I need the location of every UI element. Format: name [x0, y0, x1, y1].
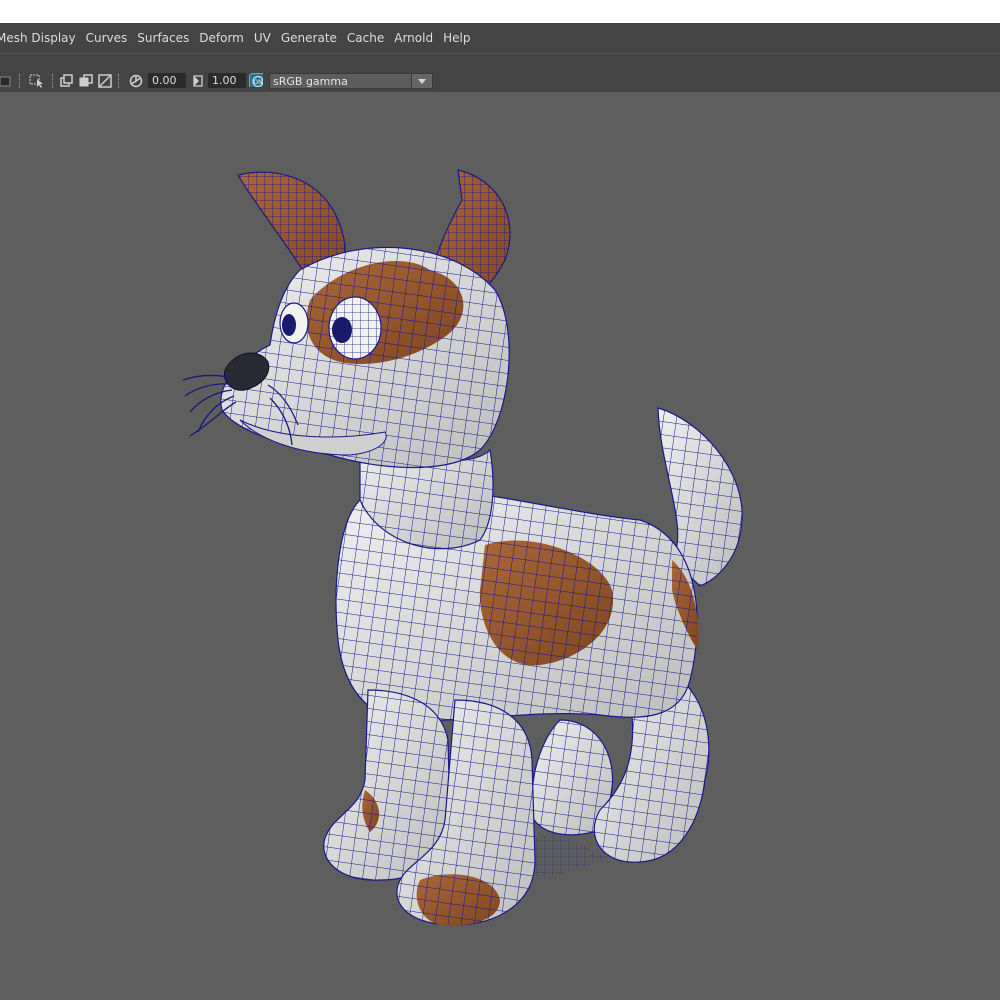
svg-text:ON: ON [253, 79, 262, 86]
menu-generate[interactable]: Generate [281, 31, 337, 45]
select-camera-icon[interactable] [29, 74, 43, 88]
menu-deform[interactable]: Deform [199, 31, 244, 45]
gamma-icon[interactable] [191, 74, 205, 88]
grid-icon[interactable] [0, 74, 14, 88]
dog-model[interactable] [0, 92, 1000, 1000]
menu-cache[interactable]: Cache [347, 31, 384, 45]
title-area [0, 0, 1000, 23]
viewport-toolbar: 0.00 1.00 ON sRGB gamma [0, 70, 1000, 92]
toolbar-separator [52, 74, 55, 88]
gate-mask-icon[interactable] [98, 74, 112, 88]
resolution-gate-icon[interactable] [79, 74, 93, 88]
color-space-value: sRGB gamma [273, 75, 348, 88]
menu-uv[interactable]: UV [254, 31, 271, 45]
status-line [0, 54, 1000, 70]
exposure-icon[interactable] [129, 74, 143, 88]
menu-curves[interactable]: Curves [86, 31, 128, 45]
gamma-field[interactable]: 1.00 [208, 73, 246, 88]
3d-viewport[interactable] [0, 92, 1000, 1000]
toolbar-separator [118, 74, 121, 88]
dropdown-arrow[interactable] [411, 74, 432, 88]
menu-help[interactable]: Help [443, 31, 470, 45]
dog-front-legs [323, 689, 536, 926]
menu-surfaces[interactable]: Surfaces [137, 31, 189, 45]
toolbar-separator [19, 74, 22, 88]
chevron-down-icon [418, 79, 426, 84]
film-gate-icon[interactable] [60, 74, 74, 88]
menu-items: Mesh Display Curves Surfaces Deform UV G… [0, 23, 476, 53]
menu-arnold[interactable]: Arnold [394, 31, 433, 45]
exposure-field[interactable]: 0.00 [148, 73, 186, 88]
color-space-dropdown[interactable]: sRGB gamma [269, 73, 433, 89]
color-management-icon[interactable]: ON [249, 73, 263, 87]
menu-bar: Mesh Display Curves Surfaces Deform UV G… [0, 23, 1000, 53]
menu-mesh-display[interactable]: Mesh Display [0, 31, 76, 45]
